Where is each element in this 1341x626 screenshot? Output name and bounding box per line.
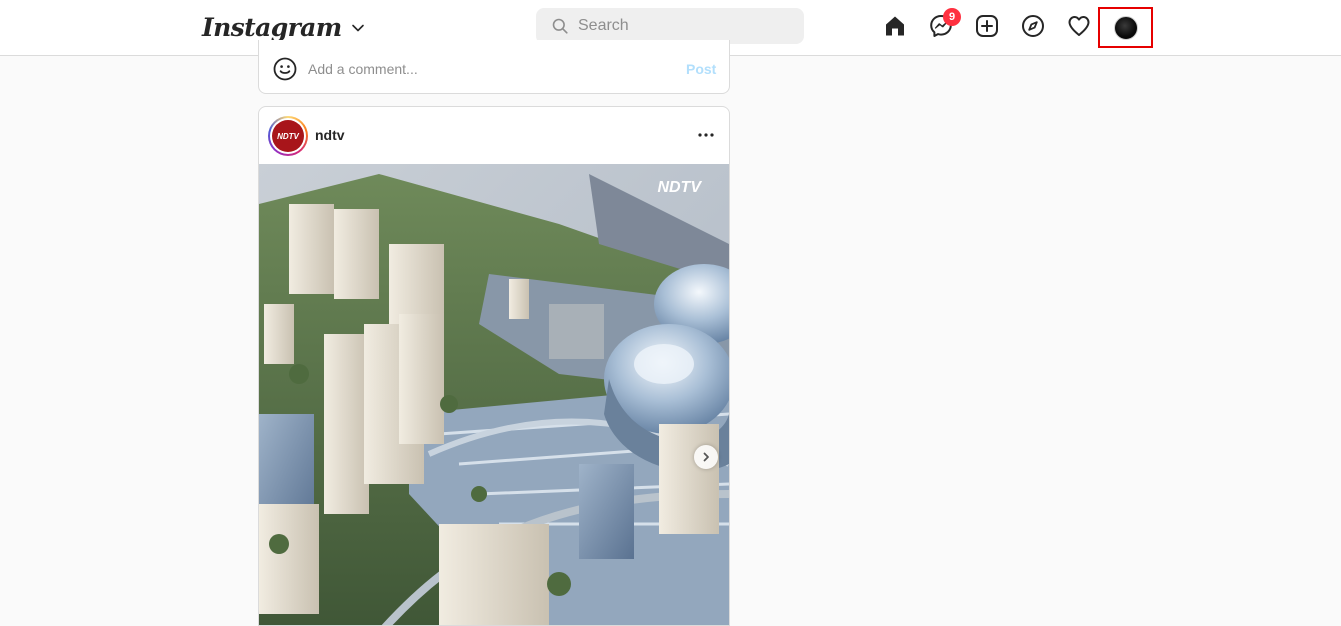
story-avatar[interactable]: NDTV bbox=[268, 116, 308, 156]
instagram-logo[interactable]: Instagram bbox=[202, 10, 365, 44]
ndtv-watermark: NDTV bbox=[657, 179, 702, 196]
search-icon bbox=[552, 18, 568, 34]
explore-icon[interactable] bbox=[1021, 14, 1045, 38]
post-image[interactable]: NDTV bbox=[259, 164, 729, 626]
post-header: NDTV ndtv bbox=[259, 107, 729, 164]
ndtv-avatar-logo: NDTV bbox=[272, 120, 304, 152]
emoji-icon[interactable] bbox=[273, 57, 297, 81]
avatar-ring-gap: NDTV bbox=[270, 118, 306, 154]
previous-post-comment-bar: Post bbox=[258, 40, 730, 94]
new-post-icon[interactable] bbox=[975, 14, 999, 38]
activity-heart-icon[interactable] bbox=[1067, 14, 1091, 38]
chevron-down-icon[interactable] bbox=[351, 21, 365, 35]
feed-post: NDTV ndtv NDTV bbox=[258, 106, 730, 626]
more-options-icon[interactable] bbox=[694, 123, 718, 147]
profile-avatar[interactable] bbox=[1113, 15, 1138, 40]
home-icon[interactable] bbox=[883, 14, 907, 38]
chevron-right-icon bbox=[703, 452, 709, 462]
search-input[interactable] bbox=[578, 17, 778, 35]
ndtv-logo-mark: NDTV bbox=[277, 132, 299, 141]
carousel-next-button[interactable] bbox=[694, 445, 718, 469]
search-box[interactable] bbox=[536, 8, 804, 44]
post-username[interactable]: ndtv bbox=[315, 127, 345, 143]
svg-text:NDTV: NDTV bbox=[277, 132, 299, 141]
comment-input[interactable] bbox=[308, 59, 668, 79]
post-comment-button[interactable]: Post bbox=[686, 61, 716, 77]
messenger-notification-badge: 9 bbox=[943, 8, 961, 26]
logo-text: Instagram bbox=[202, 12, 342, 42]
profile-menu-button[interactable] bbox=[1098, 7, 1153, 48]
